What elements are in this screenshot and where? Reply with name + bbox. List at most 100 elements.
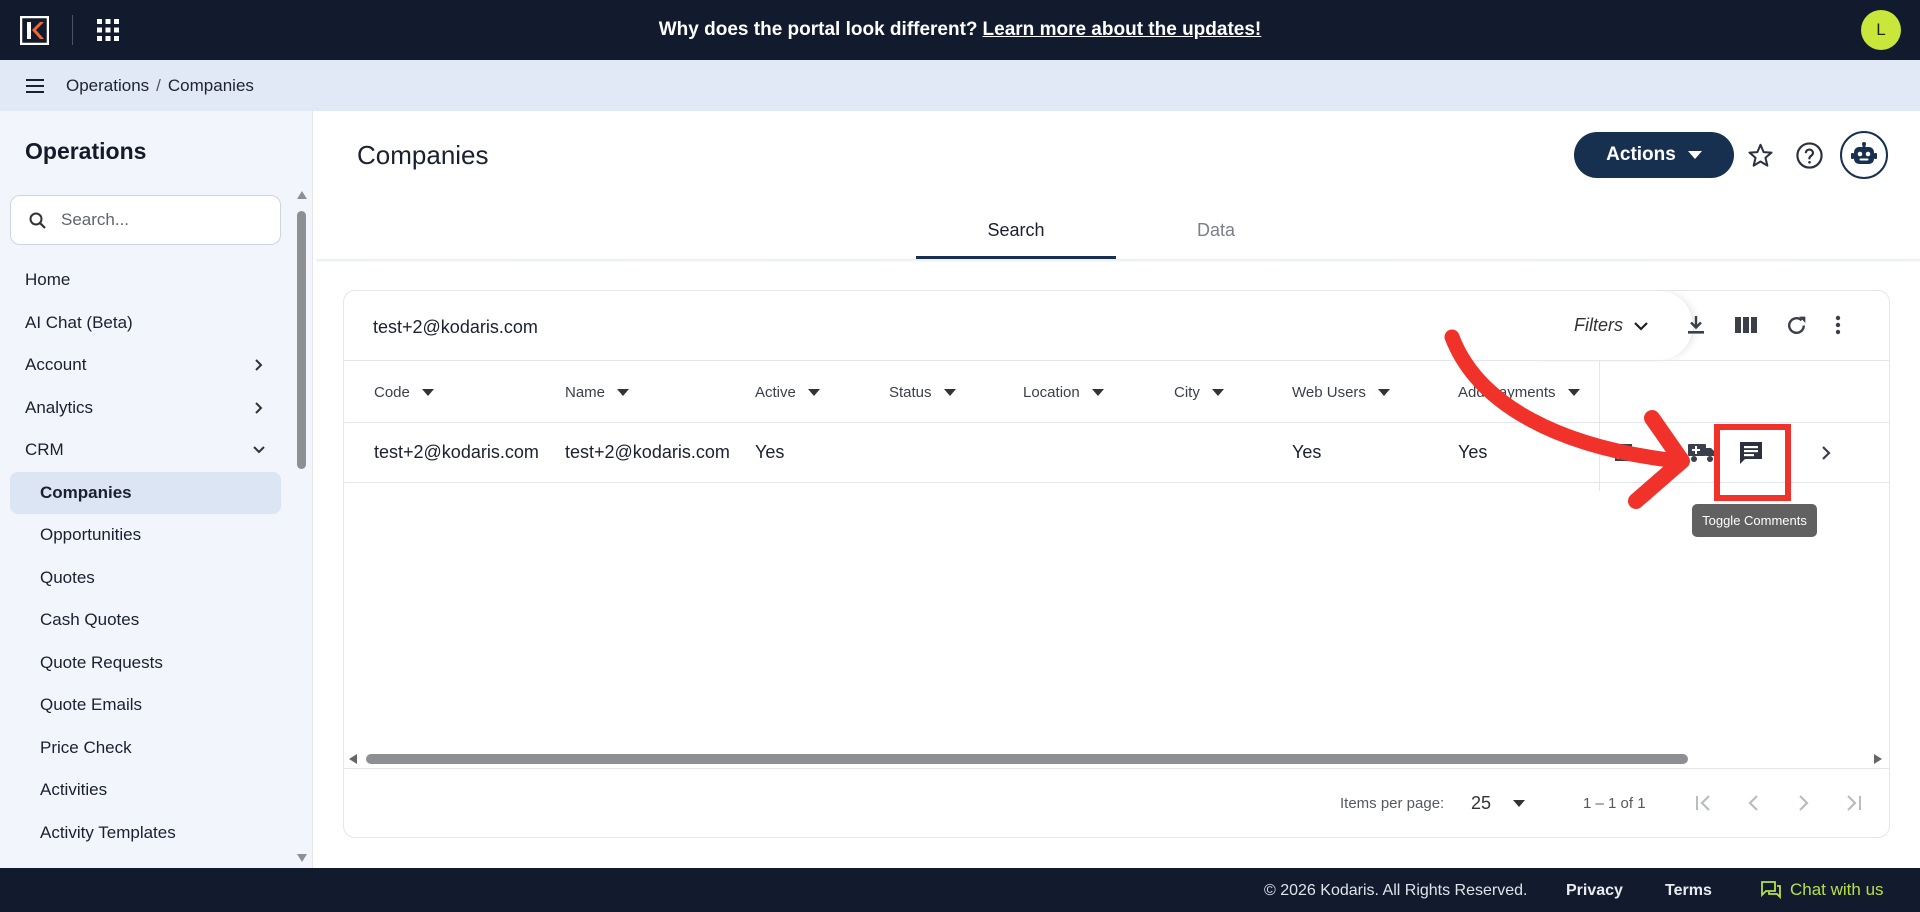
- sidebar-item-label: Opportunities: [40, 525, 142, 545]
- footer-privacy-link[interactable]: Privacy: [1566, 882, 1623, 900]
- more-vert-icon[interactable]: [1834, 313, 1842, 337]
- footer: © 2026 Kodaris. All Rights Reserved. Pri…: [0, 868, 1920, 912]
- chat-icon: [1761, 881, 1781, 899]
- sort-caret-icon[interactable]: [1377, 389, 1390, 396]
- filters-toggle[interactable]: Filters: [1529, 291, 1694, 360]
- comments-icon[interactable]: [1738, 440, 1764, 466]
- sort-caret-icon[interactable]: [421, 389, 434, 396]
- column-header-label: Location: [1023, 384, 1080, 401]
- tab-data[interactable]: Data: [1116, 210, 1316, 258]
- chevron-down-icon: [253, 446, 265, 454]
- column-header-status[interactable]: Status: [889, 384, 956, 401]
- column-header-label: City: [1174, 384, 1200, 401]
- row-more-vert-icon[interactable]: [1784, 441, 1792, 465]
- scroll-right-arrow-icon[interactable]: [1874, 754, 1882, 764]
- download-icon[interactable]: [1684, 313, 1708, 337]
- ai-assistant-button[interactable]: [1840, 131, 1888, 179]
- edit-icon[interactable]: [1614, 441, 1636, 463]
- sort-caret-icon[interactable]: [943, 389, 956, 396]
- user-avatar[interactable]: L: [1861, 10, 1901, 50]
- column-header-web-users[interactable]: Web Users: [1292, 384, 1390, 401]
- columns-icon[interactable]: [1733, 313, 1759, 337]
- sidebar-search[interactable]: [10, 195, 281, 245]
- sidebar-item-opportunities[interactable]: Opportunities: [10, 514, 281, 557]
- top-bar: Why does the portal look different? Lear…: [0, 0, 1920, 60]
- sidebar-item-account[interactable]: Account: [10, 344, 281, 387]
- toggle-comments-tooltip: Toggle Comments: [1692, 504, 1817, 537]
- sidebar-item-label: Quote Requests: [40, 652, 163, 672]
- sidebar-scrollbar[interactable]: [294, 191, 309, 868]
- actions-button[interactable]: Actions: [1574, 132, 1734, 178]
- sidebar-search-input[interactable]: [61, 208, 271, 232]
- sidebar-item-activity-templates[interactable]: Activity Templates: [10, 812, 281, 855]
- column-header-add-payments[interactable]: Add Payments: [1458, 384, 1580, 401]
- sidebar-item-home[interactable]: Home: [10, 259, 281, 302]
- footer-terms-link[interactable]: Terms: [1665, 882, 1712, 900]
- sidebar-item-companies[interactable]: Companies: [10, 471, 281, 514]
- tab-search[interactable]: Search: [916, 210, 1116, 258]
- robot-icon: [1851, 142, 1877, 164]
- banner-learn-more-link[interactable]: Learn more about the updates!: [983, 19, 1262, 41]
- next-page-icon[interactable]: [1791, 791, 1815, 815]
- row-chevron-right-icon[interactable]: [1819, 444, 1833, 462]
- sort-caret-icon[interactable]: [617, 389, 630, 396]
- sidebar-item-label: Activity Templates: [40, 822, 176, 842]
- column-header-code[interactable]: Code: [374, 384, 434, 401]
- sidebar-item-label: AI Chat (Beta): [25, 312, 133, 332]
- breadcrumb-section[interactable]: Operations: [66, 76, 149, 96]
- sort-caret-icon[interactable]: [1567, 389, 1580, 396]
- column-header-active[interactable]: Active: [755, 384, 820, 401]
- sidebar-scroll-thumb[interactable]: [297, 211, 306, 469]
- column-header-label: Active: [755, 384, 796, 401]
- scroll-up-arrow-icon[interactable]: [297, 191, 307, 199]
- column-header-location[interactable]: Location: [1023, 384, 1104, 401]
- favorite-star-icon[interactable]: [1747, 142, 1774, 169]
- pager-divider: [344, 768, 1889, 769]
- sort-caret-icon[interactable]: [1091, 389, 1104, 396]
- breadcrumb-page: Companies: [167, 75, 254, 95]
- scroll-left-arrow-icon[interactable]: [349, 754, 357, 764]
- cell-add-payments: Yes: [1458, 442, 1488, 462]
- chat-with-us-button[interactable]: Chat with us: [1761, 880, 1884, 900]
- column-header-label: Status: [889, 384, 932, 401]
- search-icon: [29, 212, 46, 229]
- sort-caret-icon[interactable]: [1211, 389, 1224, 396]
- sidebar-item-crm[interactable]: CRM: [10, 429, 281, 472]
- grid-search-value[interactable]: test+2@kodaris.com: [373, 317, 538, 338]
- sidebar-item-label: CRM: [25, 440, 64, 460]
- sort-caret-icon[interactable]: [807, 389, 820, 396]
- previous-page-icon[interactable]: [1742, 791, 1766, 815]
- grid-header-row: Code Name Active Status Location City We…: [344, 360, 1889, 423]
- banner-question: Why does the portal look different?: [658, 19, 978, 40]
- update-banner: Why does the portal look different? Lear…: [0, 0, 1920, 60]
- caret-down-icon: [1687, 151, 1702, 159]
- tabs: Search Data: [916, 210, 1316, 261]
- column-header-name[interactable]: Name: [565, 384, 630, 401]
- chevron-down-icon: [1634, 321, 1648, 331]
- refresh-icon[interactable]: [1784, 313, 1809, 338]
- sidebar-item-ai-chat[interactable]: AI Chat (Beta): [10, 302, 281, 345]
- sidebar-item-price-check[interactable]: Price Check: [10, 727, 281, 770]
- first-page-icon[interactable]: [1692, 791, 1716, 815]
- add-to-truck-icon[interactable]: [1687, 440, 1717, 464]
- scroll-down-arrow-icon[interactable]: [297, 854, 307, 862]
- sidebar-item-quote-requests[interactable]: Quote Requests: [10, 642, 281, 685]
- sidebar-item-label: Cash Quotes: [40, 610, 140, 630]
- breadcrumb-separator: /: [156, 75, 161, 95]
- column-header-city[interactable]: City: [1174, 384, 1224, 401]
- horizontal-scrollbar[interactable]: [344, 749, 1889, 767]
- items-per-page-label: Items per page:: [1340, 795, 1445, 812]
- page-size-select[interactable]: 25: [1471, 793, 1526, 814]
- chat-label: Chat with us: [1790, 880, 1884, 899]
- last-page-icon[interactable]: [1841, 791, 1865, 815]
- hamburger-menu-icon[interactable]: [26, 78, 46, 94]
- sidebar-item-quote-emails[interactable]: Quote Emails: [10, 684, 281, 727]
- horizontal-scroll-thumb[interactable]: [366, 754, 1688, 764]
- table-row[interactable]: test+2@kodaris.com test+2@kodaris.com Ye…: [344, 423, 1889, 483]
- sidebar-item-cash-quotes[interactable]: Cash Quotes: [10, 599, 281, 642]
- sidebar-item-activities[interactable]: Activities: [10, 769, 281, 812]
- sidebar-item-analytics[interactable]: Analytics: [10, 387, 281, 430]
- help-icon[interactable]: [1795, 141, 1824, 170]
- sidebar-item-quotes[interactable]: Quotes: [10, 557, 281, 600]
- column-header-label: Web Users: [1292, 384, 1366, 401]
